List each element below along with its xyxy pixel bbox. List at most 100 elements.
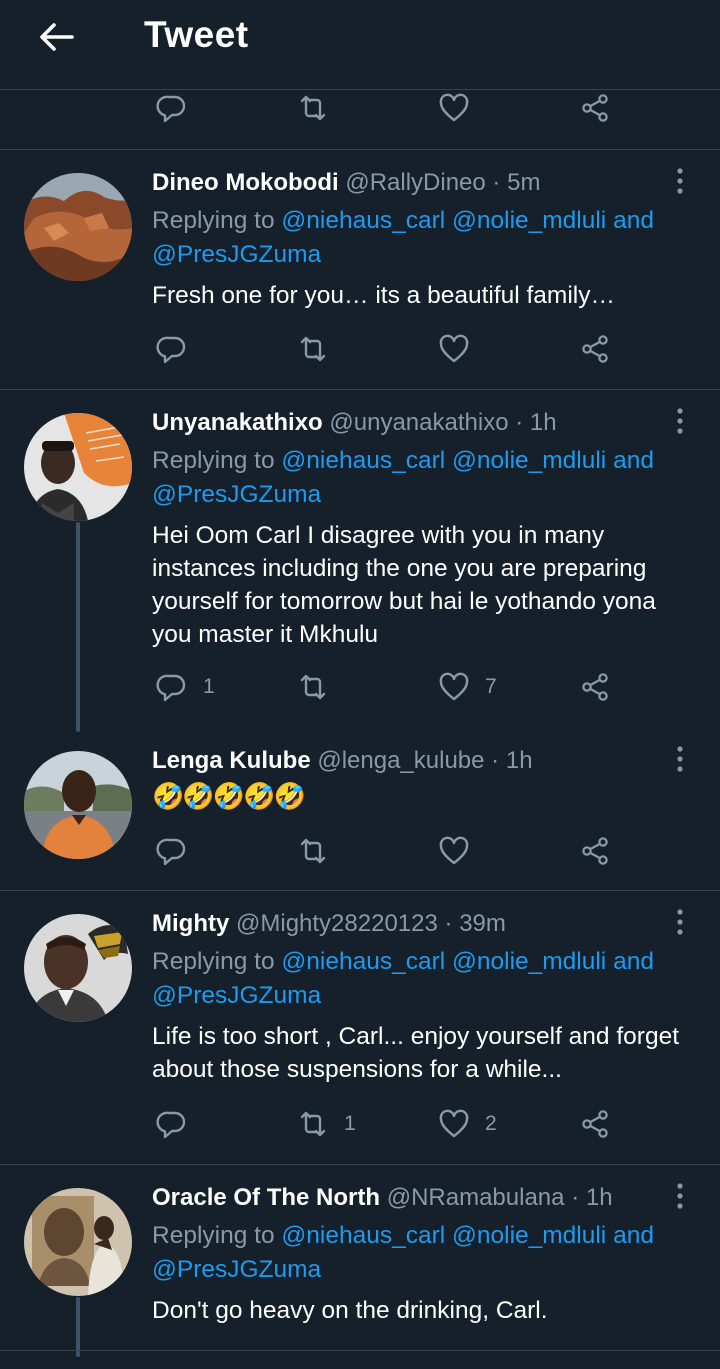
user-handle[interactable]: @Mighty28220123 <box>236 910 438 937</box>
mention-link[interactable]: @PresJGZuma <box>152 481 321 508</box>
display-name[interactable]: Unyanakathixo <box>152 409 323 436</box>
like-button[interactable]: 2 <box>437 1104 497 1144</box>
display-name[interactable]: Mighty <box>152 910 229 937</box>
divider <box>0 1350 720 1351</box>
avatar[interactable] <box>24 914 132 1022</box>
back-button[interactable] <box>36 16 78 58</box>
retweet-icon <box>300 336 326 362</box>
replying-to: Replying to @niehaus_carl @nolie_mdluli … <box>152 1219 697 1286</box>
timestamp[interactable]: 1h <box>506 747 533 774</box>
retweet-icon <box>300 674 326 700</box>
avatar[interactable] <box>24 413 132 521</box>
mention-link[interactable]: @niehaus_carl <box>281 207 445 234</box>
mention-link[interactable]: @PresJGZuma <box>152 982 321 1009</box>
more-icon <box>677 408 683 434</box>
more-icon <box>677 746 683 772</box>
reply-button[interactable]: 1 <box>155 667 215 707</box>
user-handle[interactable]: @lenga_kulube <box>317 747 484 774</box>
tweet-card[interactable]: Mighty @Mighty28220123 · 39m Replying to… <box>0 891 720 1163</box>
replying-to-label: Replying to <box>152 447 275 474</box>
share-icon <box>582 335 608 363</box>
replying-to-label: Replying to <box>152 1222 275 1249</box>
mention-and[interactable]: and <box>613 447 654 474</box>
page-title: Tweet <box>144 14 249 55</box>
reply-button[interactable] <box>155 88 189 128</box>
share-button[interactable] <box>578 667 612 707</box>
retweet-icon <box>300 838 326 864</box>
share-button[interactable] <box>578 831 612 871</box>
like-button[interactable] <box>437 88 471 128</box>
like-button[interactable]: 7 <box>437 667 497 707</box>
more-button[interactable] <box>664 405 696 437</box>
like-count: 2 <box>485 1112 497 1135</box>
mention-link[interactable]: @nolie_mdluli <box>452 1222 606 1249</box>
separator: · <box>571 1184 580 1211</box>
tweet-card[interactable]: Dineo Mokobodi @RallyDineo · 5m Replying… <box>0 150 720 388</box>
mention-and[interactable]: and <box>613 207 654 234</box>
tweet-header: Unyanakathixo @unyanakathixo · 1h <box>152 408 557 438</box>
user-handle[interactable]: @unyanakathixo <box>329 409 508 436</box>
reply-button[interactable] <box>155 831 203 871</box>
more-button[interactable] <box>664 1180 696 1212</box>
mention-link[interactable]: @niehaus_carl <box>281 1222 445 1249</box>
retweet-count: 1 <box>344 1112 356 1135</box>
mention-link[interactable]: @PresJGZuma <box>152 1256 321 1283</box>
tweet-card[interactable]: Oracle Of The North @NRamabulana · 1h Re… <box>0 1165 720 1357</box>
retweet-button[interactable] <box>296 667 344 707</box>
more-icon <box>677 909 683 935</box>
top-app-bar: Tweet <box>0 0 720 90</box>
like-icon <box>439 836 469 865</box>
display-name[interactable]: Lenga Kulube <box>152 747 311 774</box>
display-name[interactable]: Oracle Of The North <box>152 1184 380 1211</box>
mention-link[interactable]: @nolie_mdluli <box>452 447 606 474</box>
reply-icon <box>156 674 186 702</box>
reply-button[interactable] <box>155 1104 203 1144</box>
timestamp[interactable]: 39m <box>459 910 506 937</box>
user-handle[interactable]: @RallyDineo <box>345 169 485 196</box>
separator: · <box>491 747 500 774</box>
more-button[interactable] <box>664 906 696 938</box>
retweet-button[interactable] <box>296 88 330 128</box>
like-button[interactable] <box>437 329 485 369</box>
retweet-button[interactable]: 1 <box>296 1104 356 1144</box>
retweet-button[interactable] <box>296 329 344 369</box>
reply-icon <box>156 336 186 364</box>
more-button[interactable] <box>664 165 696 197</box>
tweet-header: Oracle Of The North @NRamabulana · 1h <box>152 1183 613 1213</box>
mention-and[interactable]: and <box>613 1222 654 1249</box>
tweet-header: Dineo Mokobodi @RallyDineo · 5m <box>152 168 540 198</box>
share-button[interactable] <box>578 329 612 369</box>
replying-to-label: Replying to <box>152 948 275 975</box>
timestamp[interactable]: 1h <box>530 409 557 436</box>
mention-link[interactable]: @PresJGZuma <box>152 241 321 268</box>
share-button[interactable] <box>578 88 612 128</box>
separator: · <box>444 910 453 937</box>
tweet-actions: 1 2 <box>0 1104 720 1144</box>
user-handle[interactable]: @NRamabulana <box>387 1184 565 1211</box>
mention-link[interactable]: @niehaus_carl <box>281 447 445 474</box>
mention-link[interactable]: @nolie_mdluli <box>452 207 606 234</box>
mention-link[interactable]: @niehaus_carl <box>281 948 445 975</box>
tweet-card[interactable]: Unyanakathixo @unyanakathixo · 1h Replyi… <box>0 390 720 732</box>
mention-link[interactable]: @nolie_mdluli <box>452 948 606 975</box>
tweet-text: Hei Oom Carl I disagree with you in many… <box>152 522 656 648</box>
reply-button[interactable] <box>155 329 203 369</box>
tweet-text: Fresh one for you… its a beautiful famil… <box>152 282 615 309</box>
avatar[interactable] <box>24 1188 132 1296</box>
display-name[interactable]: Dineo Mokobodi <box>152 169 339 196</box>
like-button[interactable] <box>437 831 485 871</box>
retweet-icon <box>300 95 326 121</box>
timestamp[interactable]: 1h <box>586 1184 613 1211</box>
tweet-card[interactable]: Lenga Kulube @lenga_kulube · 1h 🤣🤣🤣🤣🤣 <box>0 728 720 890</box>
retweet-button[interactable] <box>296 831 344 871</box>
like-icon <box>439 334 469 363</box>
tweet-header: Mighty @Mighty28220123 · 39m <box>152 909 506 939</box>
avatar[interactable] <box>24 173 132 281</box>
more-button[interactable] <box>664 743 696 775</box>
tweet-text: Don't go heavy on the drinking, Carl. <box>152 1297 548 1324</box>
like-count: 7 <box>485 675 497 698</box>
tweet-actions <box>0 329 720 369</box>
share-button[interactable] <box>578 1104 612 1144</box>
mention-and[interactable]: and <box>613 948 654 975</box>
timestamp[interactable]: 5m <box>507 169 540 196</box>
